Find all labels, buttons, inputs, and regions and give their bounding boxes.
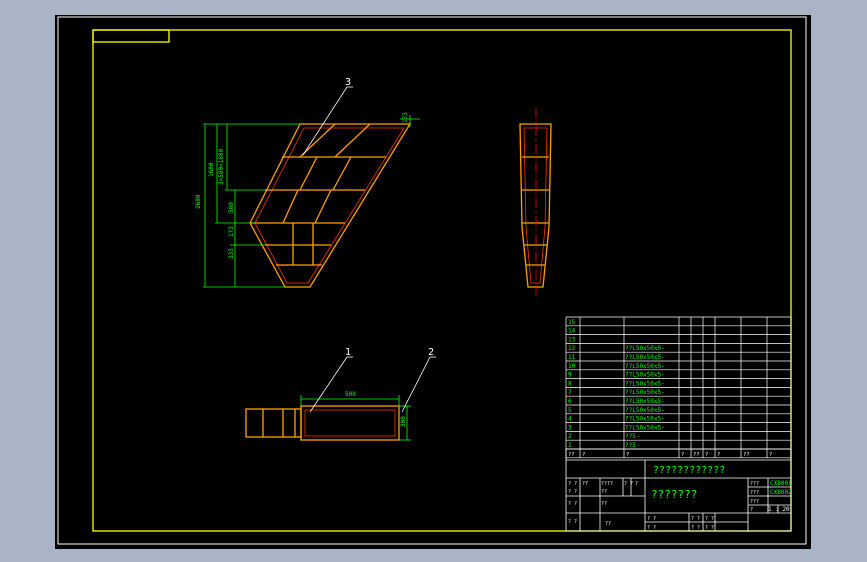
side-view-diag-5 [282, 189, 299, 224]
drawing-viewport[interactable]: 2600 1600 3×580=1600 580 173 333 173 3 5… [55, 15, 811, 549]
tb-left-label: ? ? [568, 501, 577, 507]
dim-lower-1: 173 [228, 226, 235, 237]
plan-view-dimensions [300, 395, 411, 441]
title-scale: 1 : 20 [768, 506, 790, 513]
tb-left-label: ? ? [624, 481, 633, 487]
tb-bottom-cell: ? ? [647, 525, 656, 531]
bom-spec-text: ??5- [625, 433, 639, 440]
plan-view-right-inner [304, 409, 396, 437]
tb-left-label: ?? [601, 501, 607, 507]
plan-view-left-outline [245, 408, 302, 438]
tb-left-label: ? ? [568, 489, 577, 495]
tb-left-label: ???? [601, 481, 613, 487]
balloon-3-label: 3 [345, 77, 351, 88]
side-view-diag-4 [332, 156, 352, 191]
tb-right-label: ??? [750, 490, 759, 496]
bom-row-number: 4 [568, 416, 572, 423]
title-code-1: CXB001 [770, 480, 792, 487]
dim-upper-height: 1600 [208, 162, 215, 177]
bom-spec-text: ??L50x50x5- [625, 416, 665, 423]
bom-row-number: 8 [568, 380, 572, 387]
bom-header-cell: ? [626, 452, 629, 458]
bom-row-number: 7 [568, 389, 572, 396]
side-view-diag-3 [299, 156, 318, 191]
bom-header-cell: ? [705, 452, 708, 458]
tb-right-label: ? [750, 507, 753, 513]
dim-height-300: 300 [400, 416, 407, 427]
bom-spec-text: ??L50x50x5- [625, 363, 665, 370]
bom-header-cell: ? [769, 452, 772, 458]
dim-overall-height: 2600 [195, 194, 202, 209]
bom-row-number: 2 [568, 433, 572, 440]
dim-top-small: 173 [402, 112, 409, 123]
balloon-1-label: 1 [345, 347, 351, 358]
tb-bottom-cell: ? ? [705, 516, 714, 522]
tb-right-label: ??? [750, 481, 759, 487]
bom-table: 15141312 ??L50x50x5-11 ??L50x50x5-10 ??L50x… [565, 316, 792, 459]
side-view-outline [249, 123, 412, 288]
bom-row-number: 6 [568, 398, 572, 405]
tb-right-label: ??? [750, 499, 759, 505]
bom-row-number: 14 [568, 328, 576, 335]
tb-left-label: ? ? [568, 481, 577, 487]
bom-row-number: 13 [568, 336, 576, 343]
bom-row-number: 5 [568, 407, 572, 414]
balloon-2: 2 [401, 347, 436, 413]
tb-bottom-cell: ? ? [647, 516, 656, 522]
bom-spec-text: ??L50x50x5- [625, 354, 665, 361]
bom-spec-text: ??L50x50x5- [625, 380, 665, 387]
bom-spec-text: ??L50x50x5- [625, 398, 665, 405]
tb-left-label: ? [635, 481, 638, 487]
bom-header-cell: ? [717, 452, 720, 458]
bom-spec-text: ??L50x50x5- [625, 345, 665, 352]
dim-pitch: 3×580=1600 [218, 148, 225, 185]
side-view-inner [254, 127, 405, 284]
bom-row-number: 1 [568, 442, 572, 449]
tb-bottom-cell: ? ? [691, 516, 700, 522]
bom-spec-text: ??L50x50x5- [625, 407, 665, 414]
tb-left-label: ?? [605, 521, 611, 527]
plan-view-right-outline [300, 405, 400, 441]
top-left-tag [92, 29, 170, 43]
bom-header-cell: ?? [693, 452, 700, 458]
bom-header-cell: ? [681, 452, 684, 458]
tb-bottom-cell: ? ? [691, 525, 700, 531]
inner-border [92, 29, 792, 532]
bom-header-cell: ?? [568, 452, 575, 458]
side-view [249, 123, 412, 288]
dim-mid-height: 580 [228, 202, 235, 213]
dim-width-500: 500 [345, 391, 356, 398]
side-view-dimensions [203, 115, 420, 288]
bom-row-number: 11 [568, 354, 576, 361]
bom-row-number: 10 [568, 363, 576, 370]
balloon-3: 3 [302, 77, 353, 156]
title-company: ???????????? [653, 465, 725, 476]
bom-spec-text: ??L50x50x5- [625, 389, 665, 396]
side-view-diag-6 [314, 189, 332, 224]
tb-left-label: ?? [601, 489, 607, 495]
bom-spec-text: ??L50x50x5- [625, 424, 665, 431]
tb-left-label: ? ? [568, 519, 577, 525]
side-view-diag-2 [334, 123, 371, 158]
bom-spec-text: ??5- [625, 442, 639, 449]
dim-lower-2: 333 [228, 248, 235, 259]
bom-row-number: 12 [568, 345, 576, 352]
title-block: ???????????? ??????? CXB001 CXB002 1 : 2… [565, 448, 792, 532]
end-view-inner [523, 127, 548, 284]
end-view [519, 123, 552, 288]
tb-bottom-cell: ? ? [705, 525, 714, 531]
bom-header-cell: ?? [743, 452, 750, 458]
bom-header-cell: ? [582, 452, 585, 458]
bom-row-number: 3 [568, 424, 572, 431]
balloon-1: 1 [309, 347, 353, 413]
title-drawing-name: ??????? [651, 488, 697, 501]
plan-view [245, 405, 400, 441]
bom-spec-text: ??L50x50x5- [625, 372, 665, 379]
tb-left-label: ?? [582, 481, 588, 487]
bom-row-number: 9 [568, 372, 572, 379]
bom-row-number: 15 [568, 319, 576, 326]
title-code-2: CXB002 [770, 489, 792, 496]
balloon-2-label: 2 [428, 347, 434, 358]
